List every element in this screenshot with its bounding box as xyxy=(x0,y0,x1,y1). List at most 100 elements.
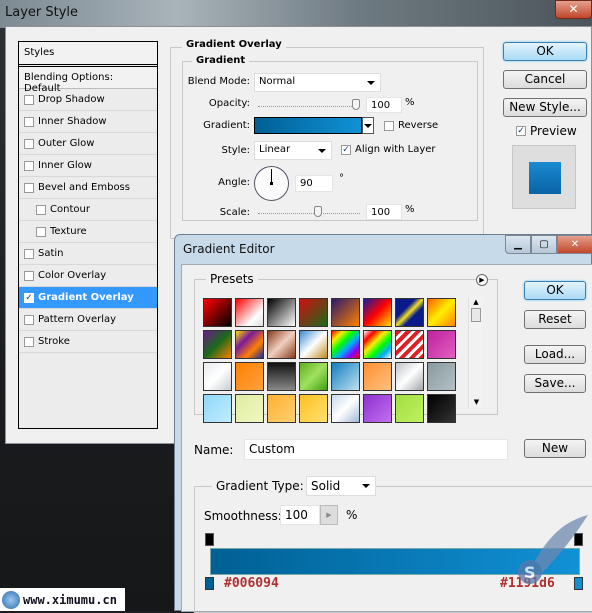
preset-swatch[interactable] xyxy=(203,298,232,327)
checkbox[interactable] xyxy=(24,116,34,127)
gradient-type-select[interactable]: Solid xyxy=(306,476,376,496)
save-button[interactable]: Save... xyxy=(524,374,586,393)
scroll-up-icon[interactable]: ▲ xyxy=(469,298,483,306)
preset-swatch[interactable] xyxy=(235,362,264,391)
minimize-button[interactable]: ▁ xyxy=(505,235,531,254)
styles-header[interactable]: Styles xyxy=(19,42,157,65)
preset-swatch[interactable] xyxy=(267,330,296,359)
preset-swatch[interactable] xyxy=(427,394,456,423)
style-item-outer-glow[interactable]: Outer Glow xyxy=(19,133,157,155)
opacity-slider-track[interactable] xyxy=(258,106,360,107)
style-item-color-overlay[interactable]: Color Overlay xyxy=(19,265,157,287)
preset-swatch[interactable] xyxy=(363,298,392,327)
reverse-checkbox[interactable]: Reverse xyxy=(384,120,438,131)
layer-style-close-button[interactable]: ✕ xyxy=(555,0,592,19)
angle-dial[interactable] xyxy=(254,166,289,201)
preset-swatch[interactable] xyxy=(427,298,456,327)
preset-swatch[interactable] xyxy=(235,330,264,359)
preset-swatch[interactable] xyxy=(203,330,232,359)
checkbox[interactable] xyxy=(24,182,34,193)
style-item-inner-glow[interactable]: Inner Glow xyxy=(19,155,157,177)
style-item-label: Pattern Overlay xyxy=(38,314,117,325)
preset-swatch[interactable] xyxy=(203,362,232,391)
check-icon[interactable]: ✓ xyxy=(516,126,526,136)
presets-scrollbar[interactable]: ▲ ▼ xyxy=(468,298,483,408)
new-button[interactable]: New xyxy=(524,439,586,458)
preset-swatch[interactable] xyxy=(395,298,424,327)
opacity-input[interactable]: 100 xyxy=(366,97,402,113)
preset-swatch[interactable] xyxy=(267,298,296,327)
smoothness-input[interactable]: 100 xyxy=(280,505,320,525)
style-item-gradient-overlay[interactable]: ✓ Gradient Overlay xyxy=(19,287,157,309)
scale-input[interactable]: 100 xyxy=(366,204,402,220)
color-stop-left[interactable] xyxy=(205,577,214,590)
preset-swatch[interactable] xyxy=(427,362,456,391)
new-style-button[interactable]: New Style... xyxy=(503,98,587,117)
watermark-logo: S xyxy=(518,515,588,584)
style-item-pattern-overlay[interactable]: Pattern Overlay xyxy=(19,309,157,331)
preview-checkbox[interactable]: ✓ Preview xyxy=(516,124,577,138)
preset-swatch[interactable] xyxy=(363,330,392,359)
preset-swatch[interactable] xyxy=(395,362,424,391)
preset-swatch[interactable] xyxy=(267,362,296,391)
preset-swatch[interactable] xyxy=(363,394,392,423)
gradient-picker-button[interactable] xyxy=(362,117,374,134)
ok-button[interactable]: OK xyxy=(503,42,587,61)
blend-mode-select[interactable]: Normal xyxy=(254,73,381,92)
preset-swatch[interactable] xyxy=(331,394,360,423)
scroll-down-icon[interactable]: ▼ xyxy=(469,398,484,406)
preset-swatch[interactable] xyxy=(331,330,360,359)
check-icon[interactable]: ✓ xyxy=(341,144,351,155)
preset-swatch[interactable] xyxy=(299,330,328,359)
presets-menu-button[interactable]: ▶ xyxy=(476,274,488,286)
style-item-stroke[interactable]: Stroke xyxy=(19,331,157,353)
style-select[interactable]: Linear xyxy=(254,141,332,160)
check-icon[interactable]: ✓ xyxy=(24,292,34,303)
opacity-stop-left[interactable] xyxy=(205,533,214,546)
preset-swatch[interactable] xyxy=(299,298,328,327)
maximize-button[interactable]: ▢ xyxy=(531,235,557,254)
blending-options[interactable]: Blending Options: Default xyxy=(19,66,157,94)
preset-swatch[interactable] xyxy=(299,362,328,391)
style-item-satin[interactable]: Satin xyxy=(19,243,157,265)
checkbox[interactable] xyxy=(24,138,34,149)
checkbox[interactable] xyxy=(24,336,34,347)
load-button[interactable]: Load... xyxy=(524,345,586,364)
style-item-contour[interactable]: Contour xyxy=(19,199,157,221)
gradient-editor-close-button[interactable]: ✕ xyxy=(557,235,592,254)
editor-ok-button[interactable]: OK xyxy=(524,281,586,300)
gradient-swatch[interactable] xyxy=(254,117,362,134)
style-item-texture[interactable]: Texture xyxy=(19,221,157,243)
preset-swatch[interactable] xyxy=(395,330,424,359)
name-input[interactable]: Custom xyxy=(244,439,508,460)
checkbox[interactable] xyxy=(24,314,34,325)
preset-swatch[interactable] xyxy=(331,362,360,391)
style-item-inner-shadow[interactable]: Inner Shadow xyxy=(19,111,157,133)
scale-slider-thumb[interactable] xyxy=(314,206,322,217)
style-item-bevel-and-emboss[interactable]: Bevel and Emboss xyxy=(19,177,157,199)
preset-swatch[interactable] xyxy=(427,330,456,359)
checkbox[interactable] xyxy=(24,160,34,171)
preset-swatch[interactable] xyxy=(235,298,264,327)
smoothness-slider-button[interactable]: ▶ xyxy=(320,505,338,525)
align-with-layer-checkbox[interactable]: ✓ Align with Layer xyxy=(341,144,436,155)
scroll-thumb[interactable] xyxy=(471,308,481,322)
scale-slider-track[interactable] xyxy=(258,213,360,214)
opacity-slider-thumb[interactable] xyxy=(352,99,360,110)
reverse-checkbox-box[interactable] xyxy=(384,120,394,131)
checkbox[interactable] xyxy=(24,248,34,259)
preset-swatch[interactable] xyxy=(235,394,264,423)
preset-swatch[interactable] xyxy=(395,394,424,423)
checkbox[interactable] xyxy=(36,226,46,237)
preset-swatch[interactable] xyxy=(203,394,232,423)
preset-swatch[interactable] xyxy=(331,298,360,327)
reset-button[interactable]: Reset xyxy=(524,310,586,329)
checkbox[interactable] xyxy=(24,94,34,105)
checkbox[interactable] xyxy=(24,270,34,281)
preset-swatch[interactable] xyxy=(267,394,296,423)
preset-swatch[interactable] xyxy=(299,394,328,423)
preset-swatch[interactable] xyxy=(363,362,392,391)
angle-input[interactable]: 90 xyxy=(295,175,333,192)
cancel-button[interactable]: Cancel xyxy=(503,70,587,89)
checkbox[interactable] xyxy=(36,204,46,215)
